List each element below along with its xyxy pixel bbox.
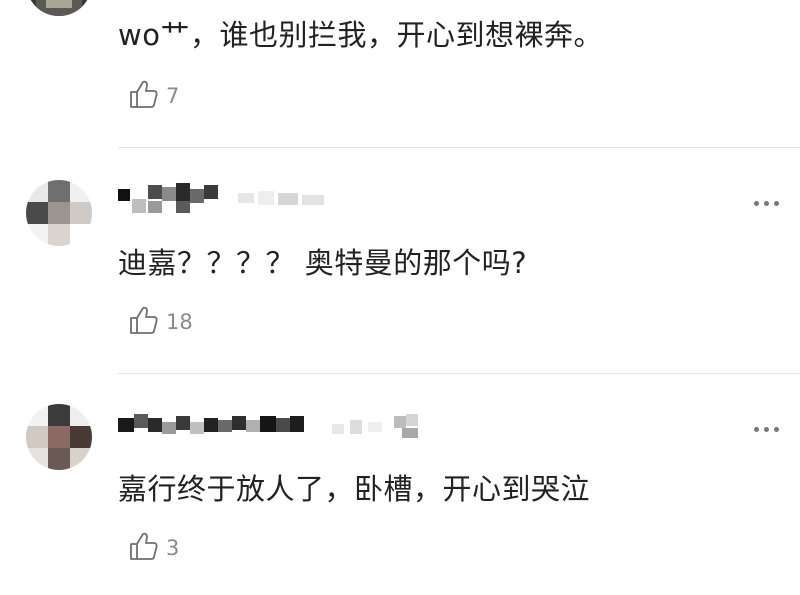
like-button[interactable]: 18 xyxy=(128,304,193,340)
avatar[interactable] xyxy=(26,180,92,246)
avatar[interactable] xyxy=(26,0,92,16)
comment-text: wo艹，谁也别拦我，开心到想裸奔。 xyxy=(118,18,603,52)
comment-text: 迪嘉？？？？ 奥特曼的那个吗? xyxy=(118,246,528,280)
comment-list: wo艹，谁也别拦我，开心到想裸奔。 7 迪嘉？？？？ 奥特曼的那个吗? 18 嘉… xyxy=(0,0,800,595)
thumbs-up-icon xyxy=(128,304,160,340)
like-button[interactable]: 7 xyxy=(128,78,179,114)
username-redacted[interactable] xyxy=(118,410,448,446)
comment-text: 嘉行终于放人了，卧槽，开心到哭泣 xyxy=(118,472,591,506)
thumbs-up-icon xyxy=(128,78,160,114)
more-options-button[interactable] xyxy=(746,419,786,439)
divider xyxy=(118,373,800,374)
ellipsis-icon xyxy=(753,200,759,206)
like-count: 3 xyxy=(166,536,180,560)
like-button[interactable]: 3 xyxy=(128,530,179,566)
more-options-button[interactable] xyxy=(746,193,786,213)
username-redacted[interactable] xyxy=(118,183,338,219)
divider xyxy=(118,147,800,148)
like-count: 18 xyxy=(166,310,193,334)
like-count: 7 xyxy=(166,84,180,108)
thumbs-up-icon xyxy=(128,530,160,566)
avatar[interactable] xyxy=(26,404,92,470)
ellipsis-icon xyxy=(753,426,759,432)
